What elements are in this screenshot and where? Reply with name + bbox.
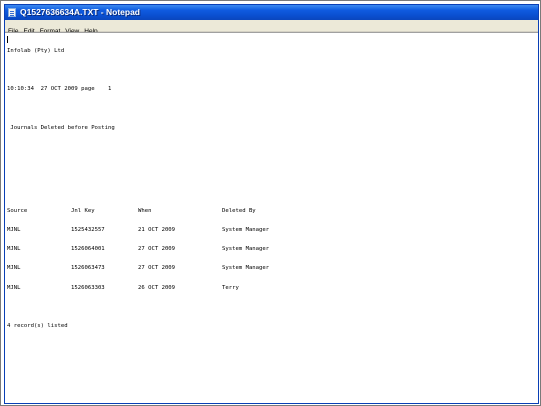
cell-source: MJNL [7, 284, 21, 291]
record-count: 4 record(s) listed [7, 323, 68, 330]
table-row: MJNL 1526064001 27 OCT 2009 System Manag… [7, 246, 536, 252]
column-headers: Source Jnl Key When Deleted By [7, 208, 536, 214]
cell-deleted-by: System Manager [222, 265, 270, 272]
cell-deleted-by: System Manager [222, 227, 270, 234]
screenshot-frame: Q1527636634A.TXT - Notepad FileEditForma… [0, 0, 541, 406]
cell-source: MJNL [7, 227, 21, 234]
window-title: Q1527636634A.TXT - Notepad [20, 7, 140, 17]
cell-when: 27 OCT 2009 [138, 246, 176, 253]
cell-when: 26 OCT 2009 [138, 284, 176, 291]
cell-deleted-by: System Manager [222, 246, 270, 253]
cell-jnl-key: 1525432557 [71, 227, 105, 234]
cell-source: MJNL [7, 246, 21, 253]
report-title: Journals Deleted before Posting [7, 124, 115, 131]
document-text: Infolab (Pty) Ltd 10:10:34 27 OCT 2009 p… [7, 35, 536, 342]
cell-deleted-by: Terry [222, 284, 239, 291]
header-jnl-key: Jnl Key [71, 207, 95, 214]
cell-when: 21 OCT 2009 [138, 227, 176, 234]
table-row: MJNL 1526063303 26 OCT 2009 Terry [7, 285, 536, 291]
title-bar[interactable]: Q1527636634A.TXT - Notepad [5, 5, 538, 20]
notepad-icon [8, 8, 16, 17]
cell-jnl-key: 1526063473 [71, 265, 105, 272]
cell-when: 27 OCT 2009 [138, 265, 176, 272]
cell-jnl-key: 1526064001 [71, 246, 105, 253]
header-when: When [138, 207, 152, 214]
table-row: MJNL 1525432557 21 OCT 2009 System Manag… [7, 227, 536, 233]
header-deleted-by: Deleted By [222, 207, 256, 214]
menu-bar: FileEditFormatViewHelp [5, 20, 538, 35]
table-row: MJNL 1526063473 27 OCT 2009 System Manag… [7, 265, 536, 271]
text-editor-area[interactable]: Infolab (Pty) Ltd 10:10:34 27 OCT 2009 p… [5, 32, 538, 403]
notepad-window: Q1527636634A.TXT - Notepad FileEditForma… [4, 4, 539, 404]
cell-jnl-key: 1526063303 [71, 284, 105, 291]
company-name: Infolab (Pty) Ltd [7, 47, 65, 54]
report-header-line: 10:10:34 27 OCT 2009 page 1 [7, 86, 112, 93]
header-source: Source [7, 207, 28, 214]
cell-source: MJNL [7, 265, 21, 272]
